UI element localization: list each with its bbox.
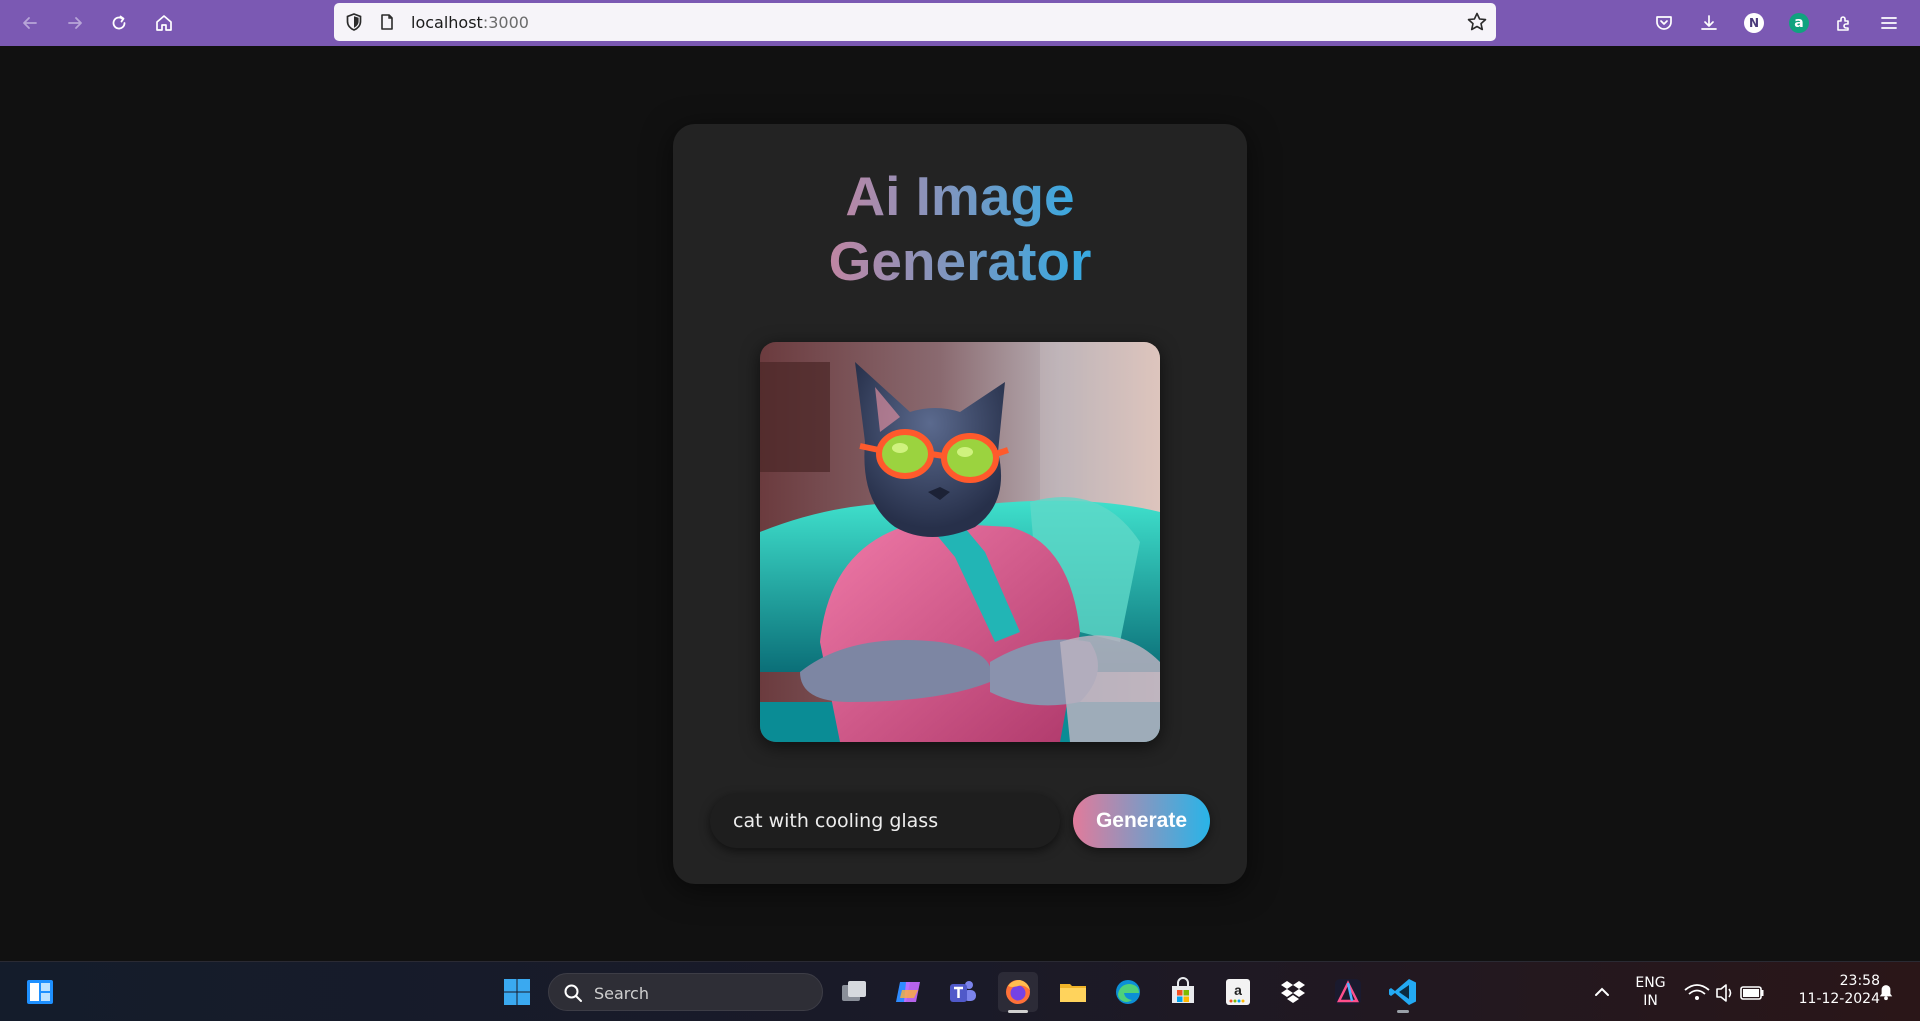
amazon-icon: a [1226, 979, 1250, 1005]
microsoft-store-button[interactable] [1163, 972, 1203, 1012]
prompt-input[interactable] [710, 794, 1060, 848]
affinity-icon [1335, 979, 1361, 1005]
clock-date: 11-12-2024 [1798, 991, 1880, 1007]
generator-card: Ai Image Generator cat with cooling glas… [673, 124, 1247, 884]
generated-image [760, 342, 1160, 742]
vscode-running-indicator [1397, 1010, 1409, 1013]
profile-button[interactable]: N [1738, 7, 1770, 39]
svg-text:a: a [1234, 982, 1242, 998]
taskbar-search[interactable]: Search [548, 973, 823, 1011]
microsoft-store-icon [1172, 977, 1194, 1003]
teams-button[interactable] [943, 972, 983, 1012]
edge-icon [1116, 980, 1140, 1004]
task-view-button[interactable] [834, 972, 874, 1012]
file-explorer-button[interactable] [1053, 972, 1093, 1012]
bookmark-star-icon[interactable] [1466, 11, 1488, 33]
tracking-shield-icon[interactable] [344, 12, 364, 32]
url-port: :3000 [482, 13, 529, 32]
url-host: localhost [411, 13, 483, 32]
address-bar[interactable]: localhost:3000 [334, 3, 1496, 41]
language-line-2: IN [1643, 993, 1658, 1009]
chatgpt-extension-icon: a [1789, 13, 1809, 33]
notification-bell-icon [1879, 985, 1893, 1001]
battery-icon [1740, 986, 1764, 1000]
dropbox-button[interactable] [1273, 972, 1313, 1012]
page-info-icon[interactable] [378, 13, 396, 31]
vscode-icon [1389, 979, 1416, 1005]
quick-settings-button[interactable] [1677, 972, 1767, 1012]
forward-button[interactable] [59, 7, 91, 39]
page-title: Ai Image Generator [673, 164, 1247, 294]
show-hidden-icons-button[interactable] [1582, 972, 1622, 1012]
reload-icon [112, 15, 126, 30]
profile-icon: N [1744, 13, 1764, 33]
vscode-button[interactable] [1383, 972, 1423, 1013]
home-icon [156, 15, 172, 31]
dropbox-icon [1281, 981, 1305, 1003]
system-tray-icons [1684, 984, 1764, 1002]
reload-button[interactable] [103, 7, 135, 39]
affinity-button[interactable] [1328, 972, 1368, 1012]
title-line-2: Generator [828, 230, 1092, 292]
downloads-button[interactable] [1693, 7, 1725, 39]
teams-icon [950, 981, 976, 1002]
amazon-button[interactable]: a [1218, 972, 1258, 1012]
firefox-active-indicator [1008, 1010, 1028, 1013]
extensions-button[interactable] [1828, 7, 1860, 39]
language-indicator[interactable]: ENG IN [1628, 974, 1673, 1010]
widgets-button[interactable] [20, 972, 60, 1012]
back-button[interactable] [14, 7, 46, 39]
windows-start-icon [504, 979, 530, 1005]
extensions-icon [1837, 16, 1849, 31]
pocket-icon [1656, 16, 1672, 30]
volume-icon [1716, 984, 1732, 1002]
title-line-1: Ai Image [845, 165, 1075, 227]
forward-arrow-icon [68, 17, 82, 29]
search-label: Search [594, 984, 649, 1003]
clock[interactable]: 23:58 11-12-2024 [1780, 972, 1880, 1008]
file-explorer-icon [1060, 984, 1086, 1002]
chevron-up-icon [1595, 987, 1609, 996]
widgets-icon [27, 980, 53, 1004]
generate-button[interactable]: Generate [1073, 794, 1210, 848]
chatgpt-extension-button[interactable]: a [1783, 7, 1815, 39]
app-menu-button[interactable] [1873, 7, 1905, 39]
pocket-button[interactable] [1648, 7, 1680, 39]
notification-center-button[interactable] [1866, 972, 1906, 1012]
copilot-icon [896, 982, 920, 1002]
windows-taskbar: Search a ENG IN 23:58 11-12-2024 [0, 961, 1920, 1021]
firefox-icon [1006, 980, 1030, 1004]
language-line-1: ENG [1635, 975, 1666, 991]
clock-time: 23:58 [1839, 973, 1880, 989]
url-text[interactable]: localhost:3000 [411, 13, 529, 32]
download-icon [1701, 15, 1717, 30]
browser-toolbar: localhost:3000 N a [0, 0, 1920, 46]
task-view-icon [842, 981, 866, 1001]
cat-with-sunglasses-image [760, 342, 1160, 742]
copilot-button[interactable] [888, 972, 928, 1012]
wifi-icon [1684, 984, 1710, 1000]
firefox-taskbar-button[interactable] [998, 972, 1038, 1013]
start-button[interactable] [497, 972, 537, 1012]
home-button[interactable] [148, 7, 180, 39]
edge-button[interactable] [1108, 972, 1148, 1012]
back-arrow-icon [23, 17, 37, 29]
menu-icon [1881, 17, 1897, 29]
search-icon [564, 984, 582, 1002]
